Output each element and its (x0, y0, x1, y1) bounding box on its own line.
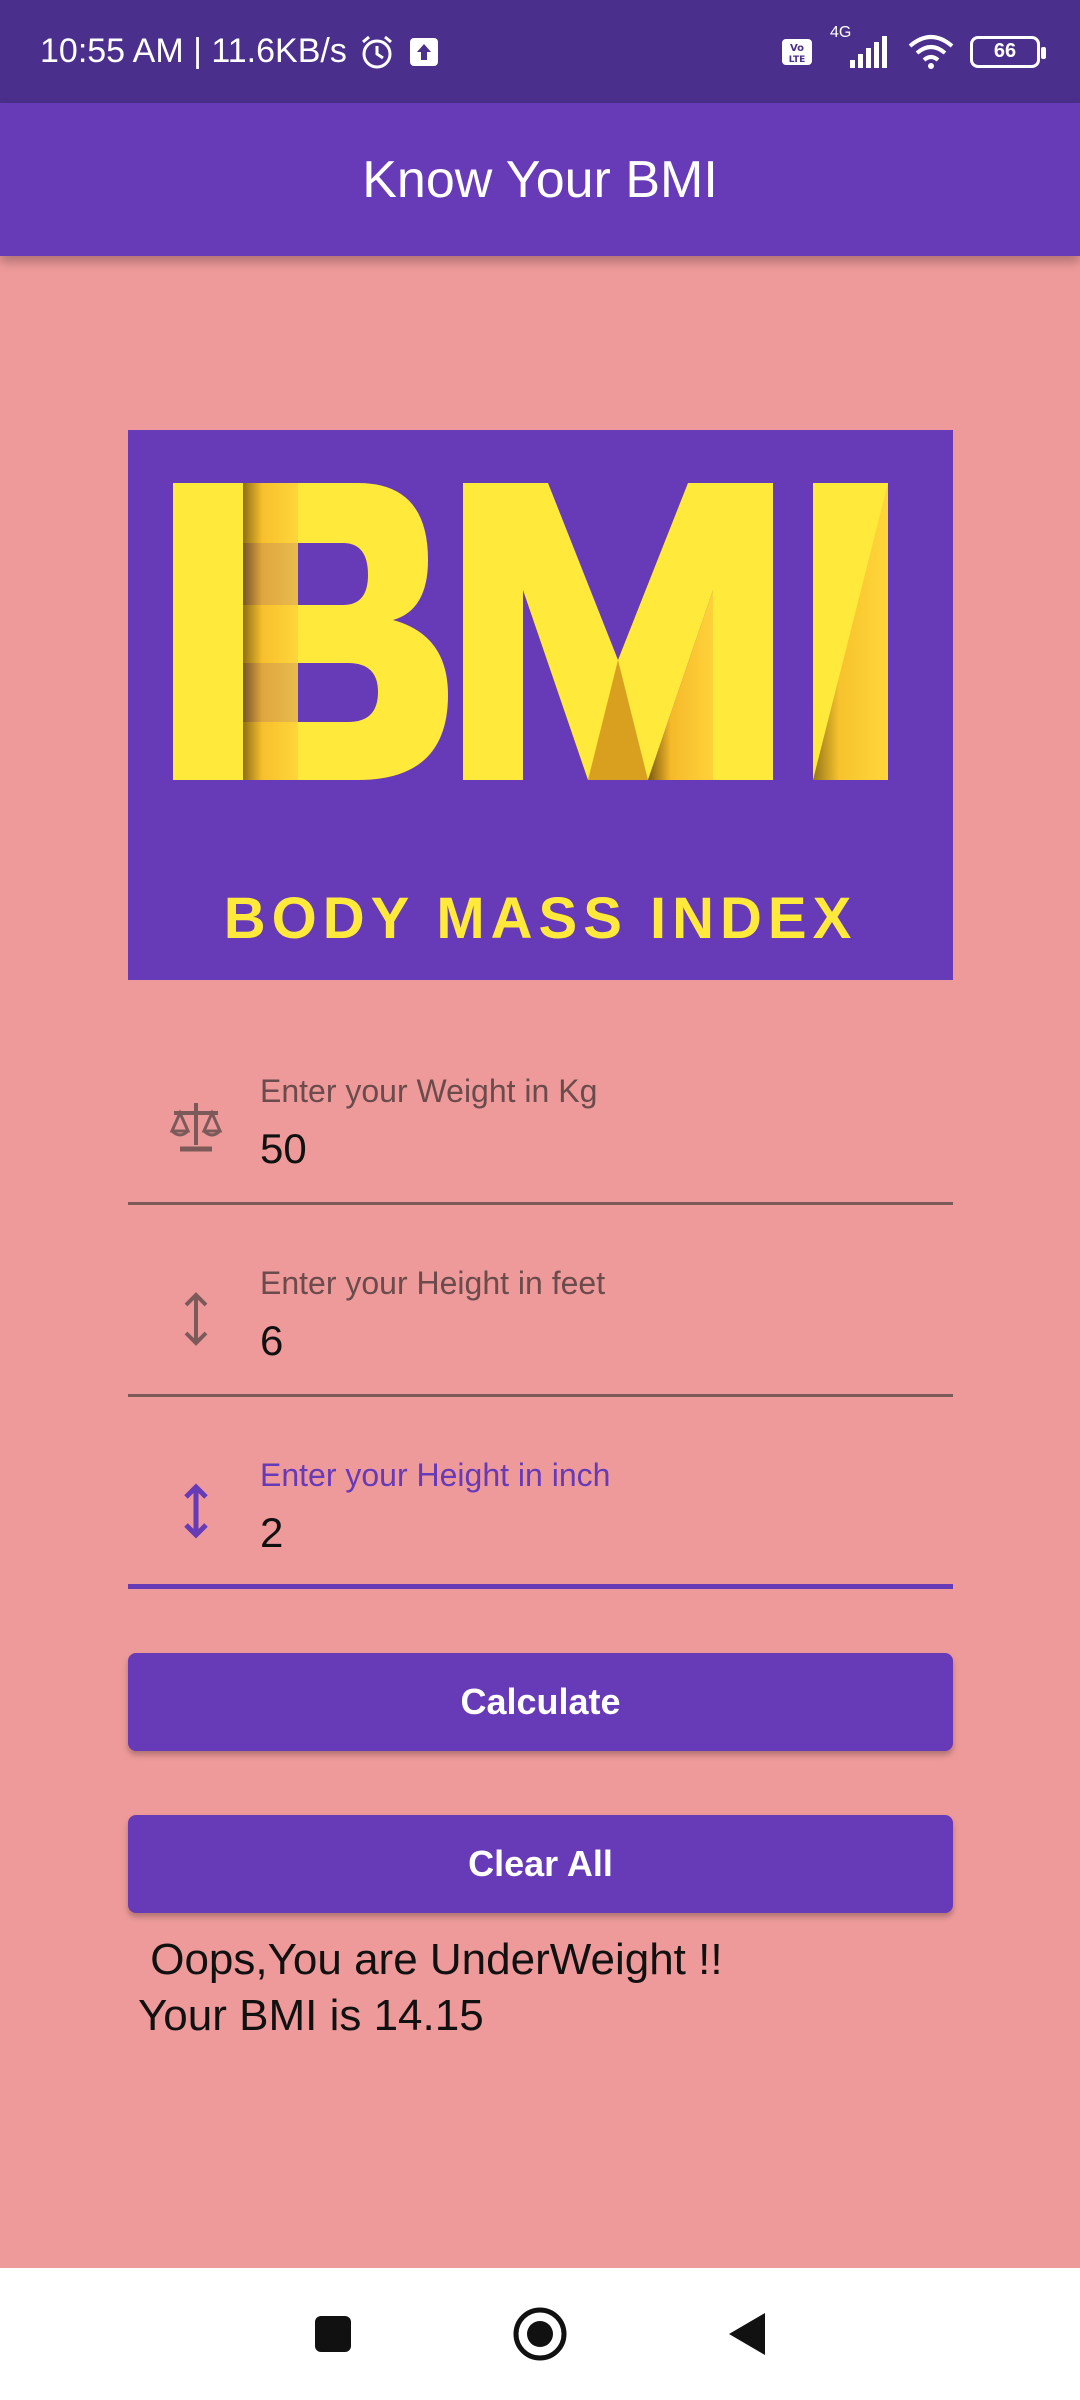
weight-input[interactable]: 50 (260, 1125, 307, 1173)
vertical-arrows-icon (166, 1481, 226, 1541)
svg-text:Vo: Vo (790, 43, 804, 54)
status-bar: 10:55 AM | 11.6KB/s Vo LTE 4G 66 (0, 0, 1080, 103)
svg-text:LTE: LTE (789, 55, 806, 65)
height-inch-input[interactable]: 2 (260, 1509, 283, 1557)
result-text: Oops,You are UnderWeight !! Your BMI is … (138, 1932, 723, 2044)
status-right: Vo LTE 4G 66 (780, 24, 1046, 72)
weight-field[interactable]: Enter your Weight in Kg 50 (128, 1045, 953, 1205)
status-left: 10:55 AM | 11.6KB/s (40, 32, 441, 72)
navigation-bar (0, 2268, 1080, 2400)
weight-label: Enter your Weight in Kg (260, 1073, 598, 1109)
result-status: Oops,You are UnderWeight !! (138, 1935, 723, 1984)
app-title: Know Your BMI (362, 150, 718, 209)
calculate-button[interactable]: Calculate (128, 1653, 953, 1751)
height-feet-field[interactable]: Enter your Height in feet 6 (128, 1237, 953, 1397)
bmi-logo: BODY MASS INDEX (128, 430, 953, 980)
height-feet-input[interactable]: 6 (260, 1317, 283, 1365)
app-bar: Know Your BMI (0, 103, 1080, 256)
scale-icon (166, 1097, 226, 1157)
clear-all-button[interactable]: Clear All (128, 1815, 953, 1913)
battery-level: 66 (993, 40, 1017, 62)
alarm-icon (357, 32, 397, 72)
back-icon[interactable] (717, 2304, 777, 2364)
vertical-arrows-icon (166, 1289, 226, 1349)
home-icon[interactable] (510, 2304, 570, 2364)
logo-subtitle: BODY MASS INDEX (223, 886, 858, 951)
status-time-speed: 10:55 AM | 11.6KB/s (40, 32, 347, 70)
battery-icon: 66 (970, 35, 1046, 68)
upload-icon (407, 35, 441, 69)
result-bmi: Your BMI is 14.15 (138, 1991, 484, 2040)
network-type: 4G (830, 23, 852, 41)
volte-icon: Vo LTE (780, 35, 814, 69)
wifi-icon (906, 32, 956, 72)
recent-apps-icon[interactable] (303, 2304, 363, 2364)
height-inch-label: Enter your Height in inch (260, 1457, 611, 1493)
signal-icon: 4G (828, 24, 892, 72)
height-feet-label: Enter your Height in feet (260, 1265, 606, 1301)
height-inch-field[interactable]: Enter your Height in inch 2 (128, 1429, 953, 1589)
